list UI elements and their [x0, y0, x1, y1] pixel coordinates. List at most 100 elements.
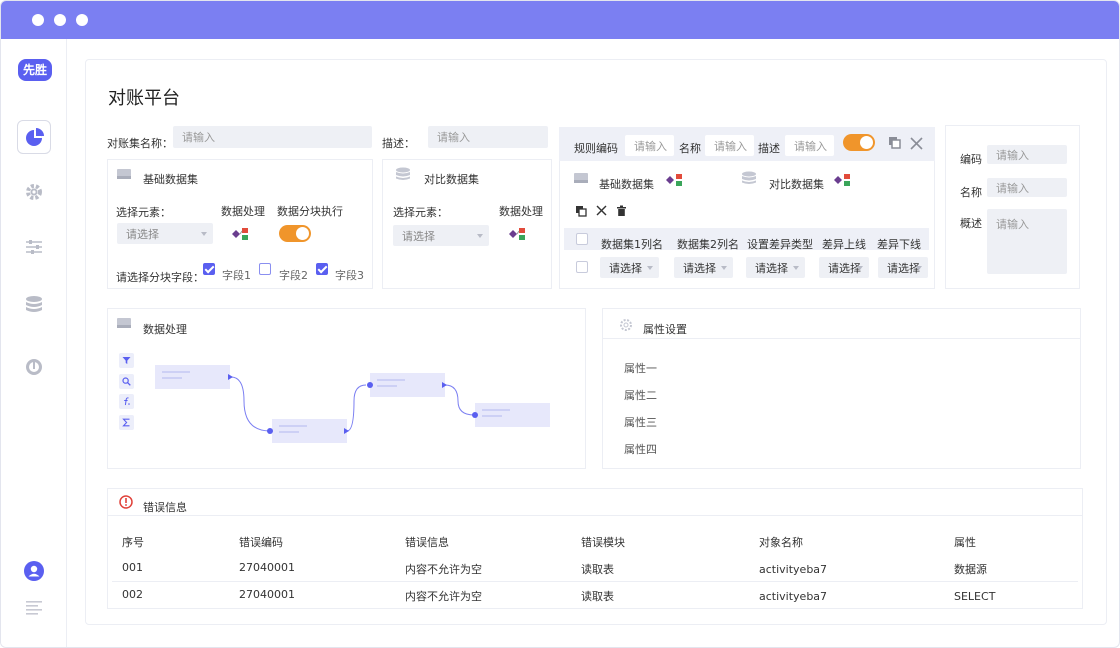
gauge-icon — [26, 359, 42, 375]
window-dot-maximize[interactable] — [76, 14, 88, 26]
sidebar-item-monitor[interactable] — [17, 350, 51, 384]
base-data-process-label: 数据处理 — [221, 205, 265, 218]
row-select-dataset1-value: 请选择 — [609, 261, 642, 275]
filter-icon[interactable] — [119, 353, 134, 368]
flow-node[interactable] — [155, 365, 230, 389]
base-dataset-title: 基础数据集 — [143, 173, 198, 186]
divider — [107, 515, 1083, 516]
table-cell: 27040001 — [239, 561, 295, 574]
close-icon[interactable] — [596, 205, 607, 216]
row-select-dataset2[interactable]: 请选择 — [674, 257, 733, 278]
sidebar-menu[interactable] — [17, 591, 51, 625]
window-dot-minimize[interactable] — [54, 14, 66, 26]
block-exec-toggle[interactable] — [279, 225, 311, 242]
sidebar: 先胜 — [1, 39, 67, 647]
row-checkbox[interactable] — [576, 261, 588, 273]
rule-name-input[interactable]: 请输入 — [705, 135, 754, 156]
page-title: 对账平台 — [108, 88, 180, 109]
compare-element-select[interactable]: 请选择 — [393, 225, 489, 246]
select-all-checkbox[interactable] — [576, 233, 588, 245]
block-field-label: 请选择分块字段： — [116, 271, 204, 284]
app-window: 先胜 对账平台 对账集名称： 请输入 描述： 请输入 基础数据集 选择元素： 数… — [0, 0, 1120, 648]
function-icon[interactable] — [119, 394, 134, 409]
table-cell: activityeba7 — [759, 590, 828, 603]
base-element-select[interactable]: 请选择 — [117, 223, 213, 244]
field2-checkbox[interactable] — [259, 263, 271, 275]
sidebar-item-database[interactable] — [17, 288, 51, 322]
chevron-down-icon — [477, 233, 483, 238]
pie-chart-icon — [26, 128, 44, 146]
sidebar-item-settings[interactable] — [17, 175, 51, 209]
err-col-object: 对象名称 — [759, 536, 803, 549]
rule-desc-label: 描述 — [758, 142, 780, 155]
chevron-down-icon — [201, 231, 207, 236]
error-title: 错误信息 — [143, 501, 187, 514]
compare-data-process-label: 数据处理 — [499, 205, 543, 218]
chevron-down-icon — [647, 265, 653, 270]
chevron-down-icon — [857, 265, 863, 270]
rule-desc-input[interactable]: 请输入 — [785, 135, 834, 156]
rule-code-input[interactable]: 请输入 — [625, 135, 674, 156]
flow-icon[interactable] — [833, 172, 853, 188]
gear-icon — [26, 184, 42, 200]
sliders-icon — [26, 240, 42, 254]
copy-icon[interactable] — [888, 136, 902, 150]
desc-input[interactable]: 请输入 — [428, 126, 548, 148]
flow-node[interactable] — [475, 403, 550, 427]
field3-label: 字段3 — [335, 269, 364, 282]
name-input[interactable]: 请输入 — [987, 178, 1067, 197]
attribute-item[interactable]: 属性四 — [624, 441, 657, 457]
flow-icon[interactable] — [665, 172, 685, 188]
field1-checkbox[interactable] — [203, 263, 215, 275]
row-select-dataset2-value: 请选择 — [683, 261, 716, 275]
err-col-code: 错误编码 — [239, 536, 283, 549]
attribute-title: 属性设置 — [643, 323, 687, 336]
panel-icon — [574, 173, 588, 183]
desc-label: 描述： — [382, 137, 415, 150]
dataset-name-input[interactable]: 请输入 — [173, 126, 372, 148]
sidebar-user[interactable] — [17, 554, 51, 588]
field3-checkbox[interactable] — [316, 263, 328, 275]
flow-icon[interactable] — [231, 226, 251, 242]
window-dot-close[interactable] — [32, 14, 44, 26]
attribute-item[interactable]: 属性三 — [624, 414, 657, 430]
flow-connectors — [228, 374, 478, 434]
err-col-module: 错误模块 — [581, 536, 625, 549]
err-col-attribute: 属性 — [954, 536, 976, 549]
delete-icon[interactable] — [616, 205, 627, 217]
row-select-diff-lower[interactable]: 请选择 — [878, 257, 928, 278]
row-select-diff-upper[interactable]: 请选择 — [819, 257, 869, 278]
attribute-item[interactable]: 属性二 — [624, 387, 657, 403]
base-element-select-value: 请选择 — [126, 227, 159, 241]
chevron-down-icon — [916, 265, 922, 270]
table-cell: activityeba7 — [759, 563, 828, 576]
data-process-title: 数据处理 — [143, 323, 187, 336]
table-cell: 读取表 — [581, 590, 614, 603]
rule-name-label: 名称 — [679, 142, 701, 155]
sidebar-item-dashboard[interactable] — [17, 120, 51, 154]
copy-icon[interactable] — [575, 205, 587, 217]
summary-textarea[interactable]: 请输入 — [987, 209, 1067, 274]
table-cell: 001 — [122, 561, 143, 574]
table-cell: 002 — [122, 588, 143, 601]
code-input[interactable]: 请输入 — [987, 145, 1067, 164]
table-cell: 数据源 — [954, 563, 987, 576]
compare-element-select-value: 请选择 — [402, 229, 435, 243]
code-label: 编码 — [960, 153, 982, 166]
table-cell: SELECT — [954, 590, 996, 603]
rule-toggle[interactable] — [843, 134, 875, 151]
row-select-dataset1[interactable]: 请选择 — [600, 257, 659, 278]
col-header-diff-lower: 差异下线 — [877, 238, 921, 251]
row-select-diff-type[interactable]: 请选择 — [746, 257, 805, 278]
attribute-item[interactable]: 属性一 — [624, 360, 657, 376]
name-label: 名称 — [960, 186, 982, 199]
panel-icon — [117, 318, 131, 328]
search-icon[interactable] — [119, 374, 134, 389]
sigma-icon[interactable] — [119, 415, 134, 430]
rule-base-dataset: 基础数据集 — [599, 178, 654, 191]
close-icon[interactable] — [910, 137, 923, 150]
sidebar-item-filters[interactable] — [17, 230, 51, 264]
dataset-name-label: 对账集名称： — [107, 137, 173, 150]
error-icon — [119, 495, 133, 509]
flow-icon[interactable] — [508, 226, 528, 242]
